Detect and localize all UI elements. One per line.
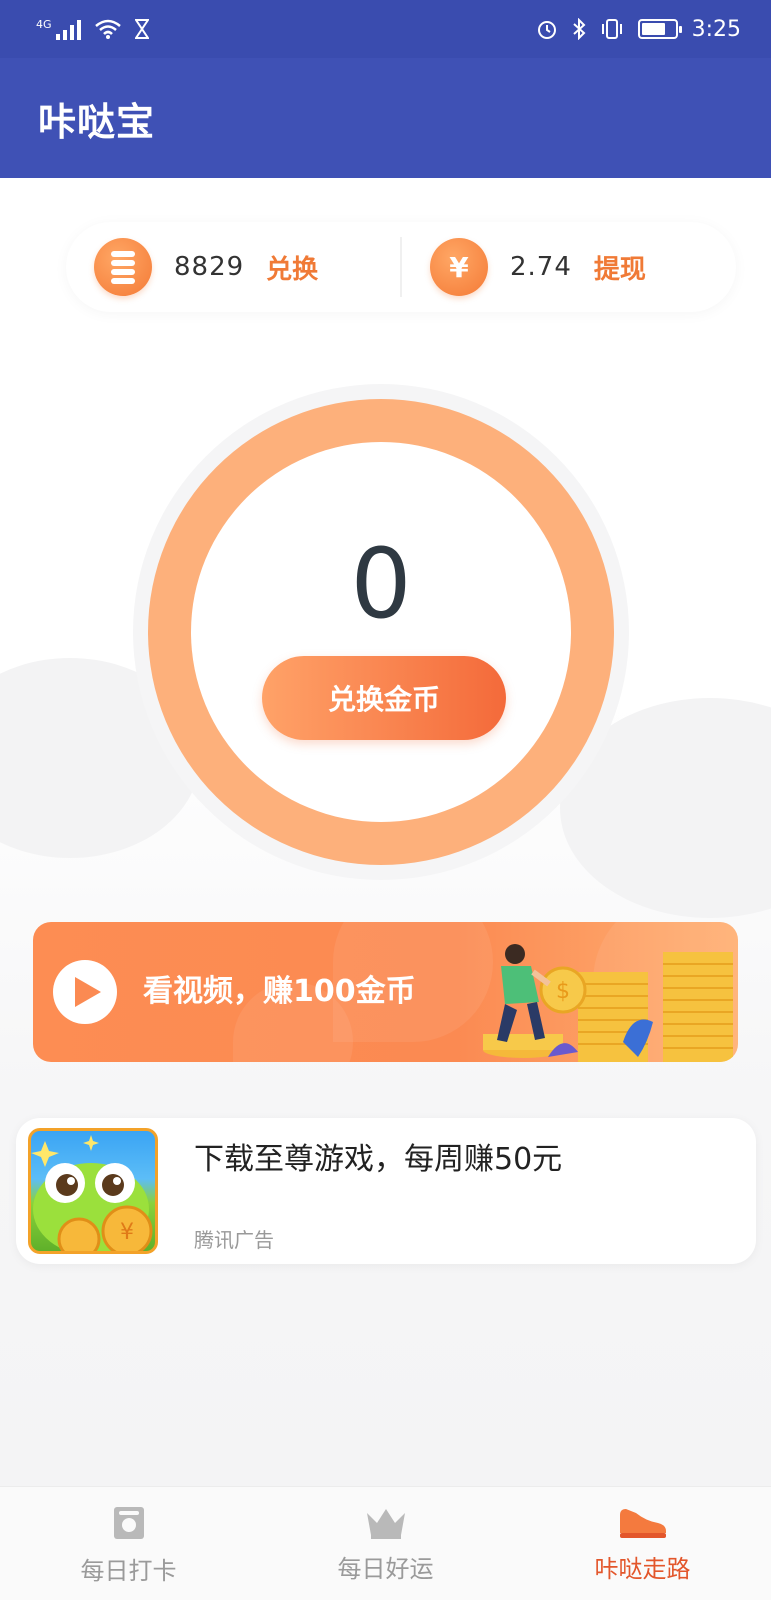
withdraw-link[interactable]: 提现 (594, 249, 646, 286)
yuan-icon: ¥ (430, 238, 488, 296)
status-time: 3:25 (691, 16, 741, 42)
nav-label-walk: 咔哒走路 (594, 1555, 691, 1583)
wifi-icon (94, 19, 121, 39)
status-right: 3:25 (536, 17, 741, 42)
nav-label-luck: 每日好运 (337, 1555, 434, 1583)
status-bar: 4G 3:25 (0, 0, 771, 58)
nav-label-checkin: 每日打卡 (80, 1557, 177, 1585)
play-icon[interactable] (53, 960, 117, 1024)
app-title: 咔哒宝 (38, 99, 156, 144)
battery-fill (641, 23, 666, 35)
sneaker-icon (619, 1509, 666, 1538)
nav-item-checkin[interactable]: 每日打卡 (0, 1487, 257, 1600)
crown-icon (366, 1509, 405, 1539)
alarm-icon (537, 21, 556, 39)
coins-stack-illustration: $ (483, 944, 733, 1062)
bottom-nav: 每日打卡 每日好运 咔哒走路 (0, 1486, 771, 1600)
bluetooth-icon (572, 18, 586, 40)
status-left: 4G (36, 18, 149, 40)
main-content[interactable]: 8829 兑换 ¥ 2.74 提现 0 兑换金币 看视频，赚100金币 $ ¥ … (0, 178, 771, 1486)
signal-icon (55, 18, 81, 40)
cash-balance-value: 2.74 (510, 252, 572, 282)
nav-item-walk[interactable]: 咔哒走路 (514, 1487, 771, 1600)
app-bar: 咔哒宝 (0, 58, 771, 178)
hourglass-icon (134, 19, 149, 39)
ad-title[interactable]: 下载至尊游戏，每周赚50元 (194, 1134, 562, 1178)
vibrate-icon (601, 19, 622, 39)
svg-text:$: $ (556, 979, 570, 1004)
watch-video-text: 看视频，赚100金币 (143, 974, 416, 1009)
ad-card[interactable]: ¥ 下载至尊游戏，每周赚50元 腾讯广告 (16, 1118, 756, 1264)
step-count: 0 (350, 528, 412, 640)
coin-exchange-link[interactable]: 兑换 (266, 249, 318, 286)
coin-balance: 8829 兑换 (66, 238, 400, 296)
ad-game-icon[interactable]: ¥ (28, 1128, 158, 1254)
nav-item-luck[interactable]: 每日好运 (257, 1487, 514, 1600)
network-type: 4G (36, 17, 52, 31)
watch-video-banner[interactable]: 看视频，赚100金币 $ (33, 922, 738, 1062)
exchange-coins-button[interactable]: 兑换金币 (262, 656, 506, 740)
svg-text:¥: ¥ (120, 1220, 134, 1245)
balance-card: 8829 兑换 ¥ 2.74 提现 (66, 222, 736, 312)
coin-balance-value: 8829 (174, 252, 245, 282)
checkin-card-icon (113, 1507, 144, 1539)
cash-balance: ¥ 2.74 提现 (402, 238, 736, 296)
ad-source: 腾讯广告 (194, 1228, 274, 1252)
coin-stack-icon (94, 238, 152, 296)
battery-icon (637, 19, 682, 39)
